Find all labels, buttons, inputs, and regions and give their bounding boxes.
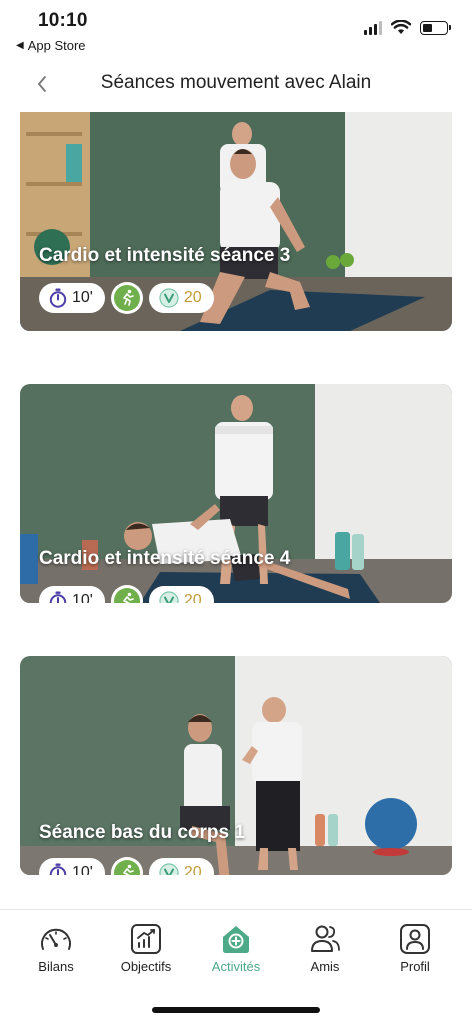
points-badge: 20 (148, 586, 214, 603)
session-badges: 10' 20 (39, 282, 214, 314)
tab-label: Objectifs (120, 959, 172, 974)
duration-badge: 10' (39, 858, 105, 875)
stopwatch-icon (49, 288, 67, 308)
session-list: Cardio et intensité séance 3 10' 20 Card… (20, 112, 452, 928)
tab-label: Profil (400, 959, 430, 974)
points-value: 20 (183, 592, 202, 603)
session-title: Séance bas du corps 1 (39, 822, 245, 843)
session-card[interactable]: Cardio et intensité séance 3 10' 20 (20, 112, 452, 331)
tab-activites[interactable]: Activités (191, 924, 281, 974)
back-to-app-store[interactable]: ◀ App Store (16, 38, 86, 53)
tab-label: Amis (310, 959, 340, 974)
category-badge (110, 585, 143, 603)
vipali-points-icon (159, 863, 179, 875)
home-plus-icon (223, 926, 249, 953)
tab-amis[interactable]: Amis (280, 924, 370, 974)
duration-value: 10' (72, 289, 93, 306)
tab-label: Activités (211, 959, 261, 974)
points-value: 20 (183, 864, 202, 875)
stopwatch-icon (49, 863, 67, 875)
tab-bilans[interactable]: Bilans (11, 924, 101, 974)
duration-badge: 10' (39, 283, 105, 313)
page-title: Séances mouvement avec Alain (100, 72, 372, 93)
session-badges: 10' 20 (39, 857, 214, 875)
page-header: Séances mouvement avec Alain (0, 62, 472, 106)
running-person-icon (113, 860, 140, 875)
duration-badge: 10' (39, 586, 105, 603)
session-thumbnail (20, 384, 452, 603)
status-bar: 10:10 ◀ App Store (0, 0, 472, 60)
profile-icon (400, 924, 430, 954)
wifi-icon (391, 20, 411, 34)
cellular-signal-icon (364, 20, 382, 35)
duration-value: 10' (72, 592, 93, 603)
battery-icon (420, 20, 451, 35)
session-title: Cardio et intensité séance 3 (39, 245, 291, 266)
stopwatch-icon (49, 591, 67, 603)
points-badge: 20 (148, 858, 214, 875)
points-value: 20 (183, 289, 202, 306)
chart-up-icon (131, 924, 161, 954)
home-indicator[interactable] (152, 1007, 320, 1013)
status-time: 10:10 (38, 10, 88, 31)
duration-value: 10' (72, 864, 93, 875)
status-icons (364, 20, 451, 35)
tab-profil[interactable]: Profil (370, 924, 460, 974)
category-badge (110, 857, 143, 875)
running-person-icon (113, 588, 140, 603)
tab-label: Bilans (38, 959, 74, 974)
back-app-label: App Store (27, 38, 86, 53)
session-badges: 10' 20 (39, 585, 214, 603)
session-title: Cardio et intensité séance 4 (39, 548, 291, 569)
session-card[interactable]: Séance bas du corps 1 10' 20 (20, 656, 452, 875)
points-badge: 20 (148, 283, 214, 313)
users-icon (311, 925, 340, 952)
vipali-points-icon (159, 591, 179, 603)
gauge-icon (41, 928, 71, 950)
vipali-points-icon (159, 288, 179, 308)
tab-objectifs[interactable]: Objectifs (101, 924, 191, 974)
back-triangle-icon: ◀ (16, 40, 24, 51)
session-card[interactable]: Cardio et intensité séance 4 10' 20 (20, 384, 452, 603)
running-person-icon (113, 285, 140, 311)
category-badge (110, 282, 143, 314)
